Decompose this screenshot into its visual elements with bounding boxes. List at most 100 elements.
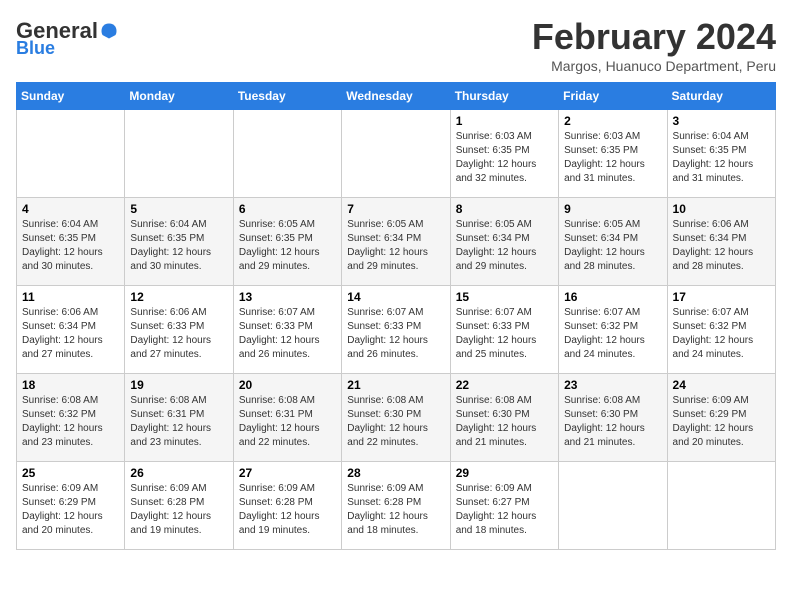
calendar-cell: 13Sunrise: 6:07 AM Sunset: 6:33 PM Dayli… (233, 286, 341, 374)
calendar-cell: 2 Sunrise: 6:03 AM Sunset: 6:35 PM Daylig… (559, 110, 667, 198)
day-number: 21 (347, 378, 444, 392)
day-detail: Sunrise: 6:08 AM Sunset: 6:30 PM Dayligh… (564, 394, 661, 450)
calendar-cell: 4 Sunrise: 6:04 AM Sunset: 6:35 PM Daylig… (17, 198, 125, 286)
calendar-cell: 9 Sunrise: 6:05 AM Sunset: 6:34 PM Daylig… (559, 198, 667, 286)
calendar-cell: 6 Sunrise: 6:05 AM Sunset: 6:35 PM Daylig… (233, 198, 341, 286)
day-number: 15 (456, 290, 553, 304)
day-number: 27 (239, 466, 336, 480)
header-cell-sunday: Sunday (17, 83, 125, 110)
calendar-cell: 22 Sunrise: 6:08 AM Sunset: 6:30 PM Dayli… (450, 374, 558, 462)
day-detail: Sunrise: 6:07 AM Sunset: 6:32 PM Dayligh… (673, 306, 770, 362)
day-number: 11 (22, 290, 119, 304)
calendar-cell: 11Sunrise: 6:06 AM Sunset: 6:34 PM Dayli… (17, 286, 125, 374)
day-number: 1 (456, 114, 553, 128)
day-detail: Sunrise: 6:08 AM Sunset: 6:32 PM Dayligh… (22, 394, 119, 450)
calendar-cell: 15 Sunrise: 6:07 AM Sunset: 6:33 PM Dayli… (450, 286, 558, 374)
calendar-header-row: SundayMondayTuesdayWednesdayThursdayFrid… (17, 83, 776, 110)
day-number: 7 (347, 202, 444, 216)
day-number: 26 (130, 466, 227, 480)
calendar-cell: 3 Sunrise: 6:04 AM Sunset: 6:35 PM Daylig… (667, 110, 775, 198)
day-number: 20 (239, 378, 336, 392)
day-detail: Sunrise: 6:08 AM Sunset: 6:31 PM Dayligh… (239, 394, 336, 450)
calendar-cell (667, 462, 775, 550)
day-number: 3 (673, 114, 770, 128)
day-detail: Sunrise: 6:06 AM Sunset: 6:33 PM Dayligh… (130, 306, 227, 362)
day-number: 24 (673, 378, 770, 392)
day-number: 23 (564, 378, 661, 392)
day-number: 8 (456, 202, 553, 216)
day-detail: Sunrise: 6:05 AM Sunset: 6:34 PM Dayligh… (456, 218, 553, 274)
day-detail: Sunrise: 6:06 AM Sunset: 6:34 PM Dayligh… (673, 218, 770, 274)
day-detail: Sunrise: 6:09 AM Sunset: 6:28 PM Dayligh… (239, 482, 336, 538)
day-detail: Sunrise: 6:04 AM Sunset: 6:35 PM Dayligh… (22, 218, 119, 274)
calendar-cell: 26 Sunrise: 6:09 AM Sunset: 6:28 PM Dayli… (125, 462, 233, 550)
calendar-cell: 8 Sunrise: 6:05 AM Sunset: 6:34 PM Daylig… (450, 198, 558, 286)
day-detail: Sunrise: 6:03 AM Sunset: 6:35 PM Dayligh… (564, 130, 661, 186)
title-area: February 2024 Margos, Huanuco Department… (532, 16, 776, 74)
day-detail: Sunrise: 6:07 AM Sunset: 6:33 PM Dayligh… (456, 306, 553, 362)
calendar-cell: 14Sunrise: 6:07 AM Sunset: 6:33 PM Dayli… (342, 286, 450, 374)
calendar-cell: 7 Sunrise: 6:05 AM Sunset: 6:34 PM Daylig… (342, 198, 450, 286)
day-detail: Sunrise: 6:07 AM Sunset: 6:32 PM Dayligh… (564, 306, 661, 362)
calendar-cell: 10 Sunrise: 6:06 AM Sunset: 6:34 PM Dayli… (667, 198, 775, 286)
calendar-cell: 19 Sunrise: 6:08 AM Sunset: 6:31 PM Dayli… (125, 374, 233, 462)
day-detail: Sunrise: 6:09 AM Sunset: 6:29 PM Dayligh… (22, 482, 119, 538)
day-number: 4 (22, 202, 119, 216)
logo-icon (100, 22, 118, 40)
calendar-cell (125, 110, 233, 198)
day-detail: Sunrise: 6:08 AM Sunset: 6:31 PM Dayligh… (130, 394, 227, 450)
calendar-cell: 12 Sunrise: 6:06 AM Sunset: 6:33 PM Dayli… (125, 286, 233, 374)
month-title: February 2024 (532, 16, 776, 58)
day-number: 22 (456, 378, 553, 392)
day-detail: Sunrise: 6:04 AM Sunset: 6:35 PM Dayligh… (673, 130, 770, 186)
day-number: 28 (347, 466, 444, 480)
calendar-cell (342, 110, 450, 198)
calendar-week-4: 18 Sunrise: 6:08 AM Sunset: 6:32 PM Dayli… (17, 374, 776, 462)
day-detail: Sunrise: 6:09 AM Sunset: 6:29 PM Dayligh… (673, 394, 770, 450)
calendar-cell: 25Sunrise: 6:09 AM Sunset: 6:29 PM Dayli… (17, 462, 125, 550)
calendar-table: SundayMondayTuesdayWednesdayThursdayFrid… (16, 82, 776, 550)
day-detail: Sunrise: 6:09 AM Sunset: 6:28 PM Dayligh… (347, 482, 444, 538)
day-detail: Sunrise: 6:09 AM Sunset: 6:28 PM Dayligh… (130, 482, 227, 538)
day-number: 19 (130, 378, 227, 392)
calendar-cell (233, 110, 341, 198)
calendar-week-1: 1 Sunrise: 6:03 AM Sunset: 6:35 PM Daylig… (17, 110, 776, 198)
calendar-cell: 16 Sunrise: 6:07 AM Sunset: 6:32 PM Dayli… (559, 286, 667, 374)
day-number: 18 (22, 378, 119, 392)
day-detail: Sunrise: 6:05 AM Sunset: 6:35 PM Dayligh… (239, 218, 336, 274)
day-detail: Sunrise: 6:07 AM Sunset: 6:33 PM Dayligh… (239, 306, 336, 362)
calendar-cell: 23 Sunrise: 6:08 AM Sunset: 6:30 PM Dayli… (559, 374, 667, 462)
day-detail: Sunrise: 6:05 AM Sunset: 6:34 PM Dayligh… (564, 218, 661, 274)
calendar-cell (559, 462, 667, 550)
day-detail: Sunrise: 6:04 AM Sunset: 6:35 PM Dayligh… (130, 218, 227, 274)
logo: General Blue (16, 20, 118, 59)
day-number: 29 (456, 466, 553, 480)
day-detail: Sunrise: 6:09 AM Sunset: 6:27 PM Dayligh… (456, 482, 553, 538)
header-cell-friday: Friday (559, 83, 667, 110)
day-number: 17 (673, 290, 770, 304)
day-detail: Sunrise: 6:05 AM Sunset: 6:34 PM Dayligh… (347, 218, 444, 274)
day-detail: Sunrise: 6:03 AM Sunset: 6:35 PM Dayligh… (456, 130, 553, 186)
day-number: 6 (239, 202, 336, 216)
calendar-cell: 18 Sunrise: 6:08 AM Sunset: 6:32 PM Dayli… (17, 374, 125, 462)
calendar-cell: 28 Sunrise: 6:09 AM Sunset: 6:28 PM Dayli… (342, 462, 450, 550)
day-number: 16 (564, 290, 661, 304)
calendar-cell: 1 Sunrise: 6:03 AM Sunset: 6:35 PM Daylig… (450, 110, 558, 198)
day-number: 5 (130, 202, 227, 216)
calendar-week-5: 25Sunrise: 6:09 AM Sunset: 6:29 PM Dayli… (17, 462, 776, 550)
day-number: 9 (564, 202, 661, 216)
calendar-cell: 5 Sunrise: 6:04 AM Sunset: 6:35 PM Daylig… (125, 198, 233, 286)
calendar-cell (17, 110, 125, 198)
calendar-cell: 24 Sunrise: 6:09 AM Sunset: 6:29 PM Dayli… (667, 374, 775, 462)
calendar-week-3: 11Sunrise: 6:06 AM Sunset: 6:34 PM Dayli… (17, 286, 776, 374)
header-cell-saturday: Saturday (667, 83, 775, 110)
day-number: 10 (673, 202, 770, 216)
day-number: 14 (347, 290, 444, 304)
calendar-cell: 21Sunrise: 6:08 AM Sunset: 6:30 PM Dayli… (342, 374, 450, 462)
header-cell-tuesday: Tuesday (233, 83, 341, 110)
day-number: 12 (130, 290, 227, 304)
day-number: 2 (564, 114, 661, 128)
calendar-body: 1 Sunrise: 6:03 AM Sunset: 6:35 PM Daylig… (17, 110, 776, 550)
day-detail: Sunrise: 6:08 AM Sunset: 6:30 PM Dayligh… (456, 394, 553, 450)
calendar-week-2: 4 Sunrise: 6:04 AM Sunset: 6:35 PM Daylig… (17, 198, 776, 286)
